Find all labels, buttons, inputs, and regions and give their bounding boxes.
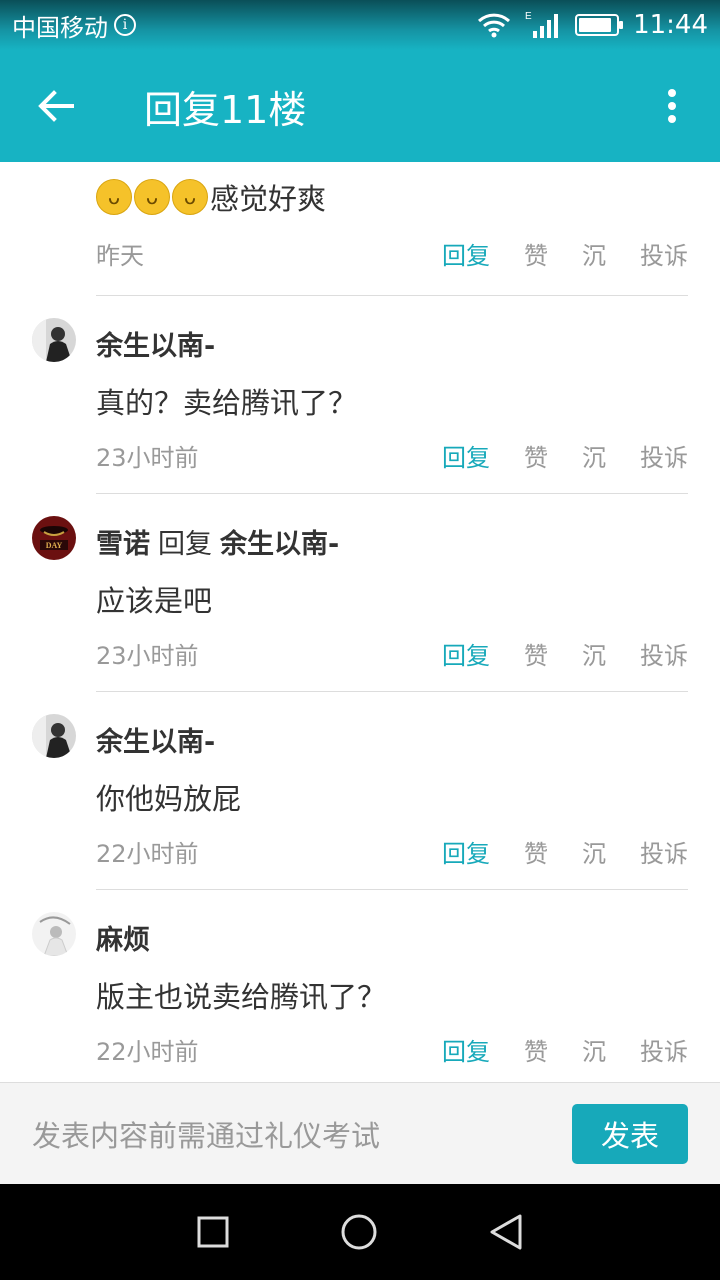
- report-button[interactable]: 投诉: [606, 636, 688, 671]
- home-icon[interactable]: [340, 1213, 378, 1251]
- report-button[interactable]: 投诉: [606, 236, 688, 271]
- comment-actions: 23小时前 回复 赞 沉 投诉: [96, 438, 688, 473]
- avatar[interactable]: [32, 318, 76, 362]
- author-name[interactable]: 余生以南-: [96, 720, 215, 759]
- carrier: 中国移动 i: [12, 8, 136, 43]
- wifi-icon: [478, 13, 511, 38]
- sink-button[interactable]: 沉: [548, 1032, 606, 1067]
- like-button[interactable]: 赞: [490, 1032, 548, 1067]
- comment-header: 麻烦: [96, 918, 150, 957]
- network-type: E: [525, 11, 532, 22]
- like-button[interactable]: 赞: [490, 636, 548, 671]
- reply-button[interactable]: 回复: [438, 438, 490, 473]
- comment-actions: 22小时前 回复 赞 沉 投诉: [96, 1032, 688, 1067]
- sink-button[interactable]: 沉: [548, 236, 606, 271]
- author-name[interactable]: 余生以南-: [96, 324, 215, 363]
- list-item: 余生以南- 你他妈放屁 22小时前 回复 赞 沉 投诉: [0, 692, 720, 890]
- list-item: DAY 雪诺 回复 余生以南- 应该是吧 23小时前 回复 赞 沉 投诉: [0, 494, 720, 692]
- send-button[interactable]: 发表: [572, 1103, 688, 1164]
- avatar[interactable]: [32, 912, 76, 956]
- battery-icon: [575, 14, 624, 36]
- sink-button[interactable]: 沉: [548, 834, 606, 869]
- action-group: 回复 赞 沉 投诉: [438, 236, 688, 271]
- action-group: 回复 赞 沉 投诉: [438, 636, 688, 671]
- info-icon: i: [114, 14, 136, 36]
- comment-text: ᴗ ᴗ ᴗ 感觉好爽: [96, 176, 326, 218]
- action-group: 回复 赞 沉 投诉: [438, 438, 688, 473]
- grin-emoji-icon: ᴗ: [134, 179, 170, 215]
- comment-text: 应该是吧: [96, 584, 213, 618]
- reply-button[interactable]: 回复: [438, 1032, 490, 1067]
- action-group: 回复 赞 沉 投诉: [438, 834, 688, 869]
- carrier-name: 中国移动: [12, 13, 108, 42]
- comment-text: 版主也说卖给腾讯了？: [96, 980, 387, 1014]
- back-button[interactable]: [0, 50, 112, 162]
- comment-time: 22小时前: [96, 1038, 199, 1066]
- comment-time: 22小时前: [96, 840, 199, 868]
- recent-apps-icon[interactable]: [196, 1215, 230, 1249]
- list-item: 余生以南- 真的？卖给腾讯了？ 23小时前 回复 赞 沉 投诉: [0, 296, 720, 494]
- like-button[interactable]: 赞: [490, 438, 548, 473]
- like-button[interactable]: 赞: [490, 236, 548, 271]
- status-icons: E 11:44: [477, 10, 708, 40]
- grin-emoji-icon: ᴗ: [96, 179, 132, 215]
- list-item: 麻烦 版主也说卖给腾讯了？ 22小时前 回复 赞 沉 投诉: [0, 890, 720, 1082]
- comment-time: 23小时前: [96, 642, 199, 670]
- page-title: 回复11楼: [144, 87, 307, 132]
- arrow-left-icon: [38, 90, 74, 122]
- comment-header: 余生以南-: [96, 720, 215, 759]
- comment-header: 余生以南-: [96, 324, 215, 363]
- comment-time: 昨天: [96, 242, 144, 270]
- list-item: ᴗ ᴗ ᴗ 感觉好爽 昨天 回复 赞 沉 投诉: [96, 162, 688, 296]
- system-nav-bar: [0, 1184, 720, 1280]
- reply-button[interactable]: 回复: [438, 834, 490, 869]
- sink-button[interactable]: 沉: [548, 438, 606, 473]
- comment-body: 感觉好爽: [210, 182, 327, 216]
- comment-text: 真的？卖给腾讯了？: [96, 386, 358, 420]
- comment-time: 23小时前: [96, 444, 199, 472]
- action-group: 回复 赞 沉 投诉: [438, 1032, 688, 1067]
- signal-icon: E: [525, 11, 559, 38]
- comment-header: 雪诺 回复 余生以南-: [96, 522, 339, 561]
- report-button[interactable]: 投诉: [606, 1032, 688, 1067]
- reply-list[interactable]: ᴗ ᴗ ᴗ 感觉好爽 昨天 回复 赞 沉 投诉 余生以南- 真的？卖给腾讯了？ …: [0, 162, 720, 1082]
- author-name[interactable]: 麻烦: [96, 918, 150, 957]
- author-name[interactable]: 雪诺: [96, 522, 150, 561]
- comment-actions: 23小时前 回复 赞 沉 投诉: [96, 636, 688, 671]
- more-vertical-icon: [668, 89, 676, 123]
- grin-emoji-icon: ᴗ: [172, 179, 208, 215]
- comment-actions: 22小时前 回复 赞 沉 投诉: [96, 834, 688, 869]
- comment-text: 你他妈放屁: [96, 782, 242, 816]
- reply-to-name[interactable]: 余生以南-: [220, 522, 339, 561]
- compose-bar: 发表内容前需通过礼仪考试 发表: [0, 1082, 720, 1184]
- sink-button[interactable]: 沉: [548, 636, 606, 671]
- like-button[interactable]: 赞: [490, 834, 548, 869]
- reply-verb: 回复: [158, 529, 212, 560]
- avatar[interactable]: [32, 714, 76, 758]
- avatar[interactable]: DAY: [32, 516, 76, 560]
- more-options-button[interactable]: [624, 50, 720, 162]
- report-button[interactable]: 投诉: [606, 438, 688, 473]
- status-bar: 中国移动 i E 11:44: [0, 0, 720, 50]
- clock: 11:44: [633, 10, 708, 40]
- back-nav-icon[interactable]: [488, 1213, 524, 1251]
- avatar-text: DAY: [46, 541, 63, 550]
- reply-button[interactable]: 回复: [438, 636, 490, 671]
- compose-input[interactable]: 发表内容前需通过礼仪考试: [32, 1113, 572, 1155]
- reply-button[interactable]: 回复: [438, 236, 490, 271]
- battery-level: [579, 18, 612, 32]
- comment-actions: 昨天 回复 赞 沉 投诉: [96, 236, 688, 271]
- report-button[interactable]: 投诉: [606, 834, 688, 869]
- app-bar: 回复11楼: [0, 50, 720, 162]
